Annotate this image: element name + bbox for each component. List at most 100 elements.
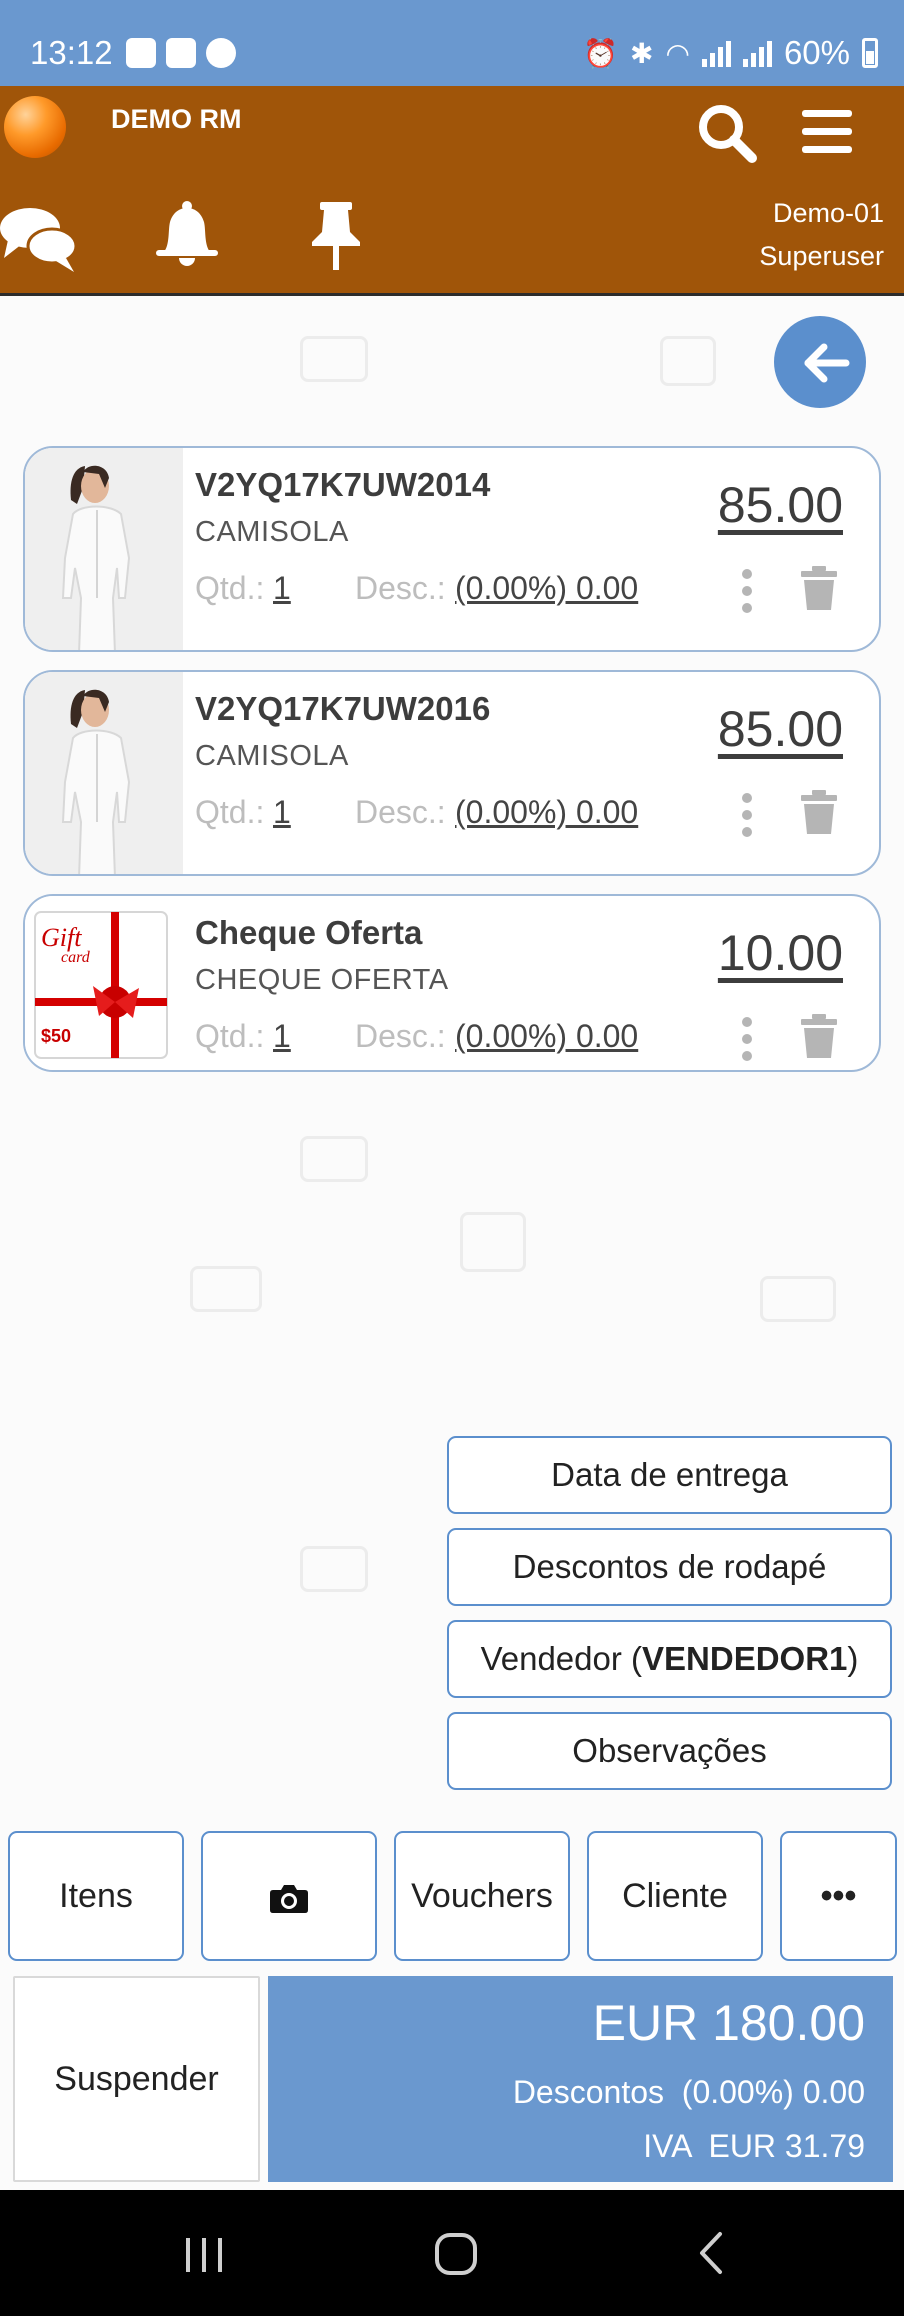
item-price[interactable]: 10.00 <box>718 924 843 982</box>
seller-name: VENDEDOR1 <box>642 1640 848 1677</box>
more-options-button[interactable] <box>737 792 757 838</box>
delete-item-button[interactable] <box>799 1014 839 1060</box>
search-icon <box>699 105 757 163</box>
product-image <box>25 672 183 874</box>
app-header: DEMO RM Demo-01 Superuser <box>0 86 904 296</box>
trash-icon <box>801 566 837 610</box>
discount-label: Desc.: <box>355 1018 446 1054</box>
discount-value[interactable]: (0.00%) 0.00 <box>455 570 638 607</box>
home-button[interactable] <box>416 2220 496 2286</box>
more-button[interactable]: ••• <box>780 1831 897 1961</box>
background-pattern <box>300 1546 368 1592</box>
gift-card-title: Gift <box>41 923 82 952</box>
background-pattern <box>660 336 716 386</box>
suspend-button[interactable]: Suspender <box>13 1976 260 2182</box>
signal-icon-2 <box>742 39 772 67</box>
status-time: 13:12 <box>30 34 113 71</box>
gallery-icon <box>126 38 156 68</box>
client-button[interactable]: Cliente <box>587 1831 763 1961</box>
app-name: DEMO RM <box>111 104 242 134</box>
background-pattern <box>300 336 368 382</box>
trash-icon <box>801 790 837 834</box>
system-nav-bar <box>0 2190 904 2316</box>
discount-value[interactable]: (0.00%) 0.00 <box>455 1018 638 1055</box>
item-code: Cheque Oferta <box>195 914 423 951</box>
signal-icon <box>701 39 731 67</box>
product-image <box>25 448 183 650</box>
chrome-icon <box>206 38 236 68</box>
bell-icon <box>156 201 218 266</box>
item-description: CHEQUE OFERTA <box>195 964 449 996</box>
camera-button[interactable] <box>201 1831 377 1961</box>
youtube-icon <box>166 38 196 68</box>
user-name: Superuser <box>759 241 884 271</box>
qty-label: Qtd.: <box>195 794 265 830</box>
gift-card-image: Gift card $50 <box>25 896 183 1070</box>
recent-apps-button[interactable] <box>164 2220 244 2286</box>
search-button[interactable] <box>694 100 760 166</box>
item-code: V2YQ17K7UW2014 <box>195 466 491 503</box>
items-button[interactable]: Itens <box>8 1831 184 1961</box>
trash-icon <box>801 1014 837 1058</box>
discount-label: Desc.: <box>355 570 446 606</box>
cart-content: V2YQ17K7UW2014 CAMISOLA Qtd.: 1 Desc.: (… <box>0 296 904 2190</box>
background-pattern <box>300 1136 368 1182</box>
more-options-button[interactable] <box>737 568 757 614</box>
background-pattern <box>190 1266 262 1312</box>
vertical-dots-icon <box>742 793 752 837</box>
item-price[interactable]: 85.00 <box>718 476 843 534</box>
chat-icon <box>0 208 78 272</box>
chat-button[interactable] <box>0 204 80 274</box>
battery-icon <box>862 38 878 68</box>
hamburger-icon <box>802 110 852 153</box>
camera-icon <box>270 1885 308 1914</box>
delivery-date-button[interactable]: Data de entrega <box>447 1436 892 1514</box>
totals-panel[interactable]: EUR 180.00 Descontos (0.00%) 0.00 IVA EU… <box>268 1976 893 2182</box>
total-amount: EUR 180.00 <box>592 1995 865 2051</box>
item-price[interactable]: 85.00 <box>718 700 843 758</box>
back-button[interactable] <box>774 316 866 408</box>
gift-card-amount: $50 <box>41 1026 71 1046</box>
system-icons: ⏰ ✱ ◠ 60% <box>583 34 878 72</box>
menu-button[interactable] <box>796 102 860 166</box>
home-icon <box>435 2233 477 2275</box>
seller-button[interactable]: Vendedor (VENDEDOR1) <box>447 1620 892 1698</box>
item-description: CAMISOLA <box>195 516 349 548</box>
vat-summary: IVA EUR 31.79 <box>643 2128 865 2164</box>
seller-prefix: Vendedor ( <box>480 1640 643 1677</box>
qty-value[interactable]: 1 <box>273 1018 291 1055</box>
cart-item[interactable]: V2YQ17K7UW2014 CAMISOLA Qtd.: 1 Desc.: (… <box>23 446 881 652</box>
more-options-button[interactable] <box>737 1016 757 1062</box>
cart-item[interactable]: Gift card $50 Cheque Oferta CHEQUE OFERT… <box>23 894 881 1072</box>
vertical-dots-icon <box>742 1017 752 1061</box>
background-pattern <box>760 1276 836 1322</box>
background-pattern <box>460 1212 526 1272</box>
seller-suffix: ) <box>847 1640 859 1677</box>
pin-icon <box>312 202 360 270</box>
battery-percent: 60% <box>783 34 850 71</box>
qty-value[interactable]: 1 <box>273 794 291 831</box>
vouchers-button[interactable]: Vouchers <box>394 1831 570 1961</box>
chevron-left-icon <box>700 2232 722 2274</box>
delete-item-button[interactable] <box>799 566 839 612</box>
item-description: CAMISOLA <box>195 740 349 772</box>
notification-icons <box>126 38 236 68</box>
back-nav-button[interactable] <box>672 2220 752 2286</box>
qty-value[interactable]: 1 <box>273 570 291 607</box>
vertical-dots-icon <box>742 569 752 613</box>
recent-apps-icon <box>186 2238 222 2272</box>
user-info: Demo-01 Superuser <box>759 192 884 278</box>
discount-label: Desc.: <box>355 794 446 830</box>
cart-item[interactable]: V2YQ17K7UW2016 CAMISOLA Qtd.: 1 Desc.: (… <box>23 670 881 876</box>
pin-button[interactable] <box>306 200 366 272</box>
footer-discounts-button[interactable]: Descontos de rodapé <box>447 1528 892 1606</box>
wifi-icon: ◠ <box>665 37 690 69</box>
discount-value[interactable]: (0.00%) 0.00 <box>455 794 638 831</box>
delete-item-button[interactable] <box>799 790 839 836</box>
notifications-button[interactable] <box>152 198 222 270</box>
store-name: Demo-01 <box>772 198 884 228</box>
notes-button[interactable]: Observações <box>447 1712 892 1790</box>
bluetooth-icon: ✱ <box>630 37 654 69</box>
qty-label: Qtd.: <box>195 1018 265 1054</box>
item-code: V2YQ17K7UW2016 <box>195 690 491 727</box>
